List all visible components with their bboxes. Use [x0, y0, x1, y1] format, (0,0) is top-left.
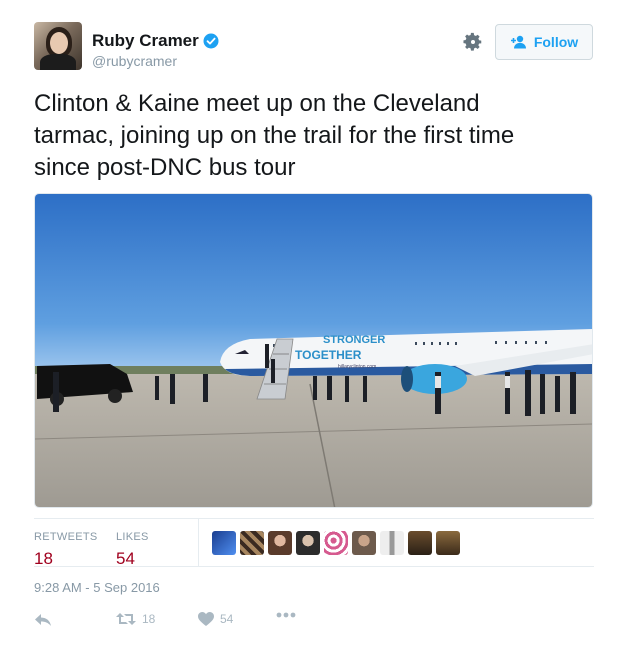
retweet-button[interactable]: 18: [116, 612, 155, 626]
liker-avatar[interactable]: [352, 531, 376, 555]
display-name[interactable]: Ruby Cramer: [92, 31, 219, 51]
tweet-photo[interactable]: STRONGER TOGETHER hillaryclinton.com: [34, 193, 593, 508]
liker-avatar[interactable]: [212, 531, 236, 555]
reply-button[interactable]: [34, 612, 52, 628]
liker-avatar[interactable]: [240, 531, 264, 555]
likes-stat[interactable]: LIKES 54: [116, 527, 149, 569]
like-button[interactable]: 54: [198, 612, 233, 626]
livery-line1: STRONGER: [323, 334, 385, 346]
heart-icon: [198, 612, 214, 626]
tweet-text-line: since post-DNC bus tour: [34, 154, 296, 181]
display-name-text[interactable]: Ruby Cramer: [92, 31, 199, 51]
avatar-body: [40, 54, 76, 70]
follow-button[interactable]: Follow: [495, 24, 593, 60]
liker-avatars: [212, 531, 460, 555]
follow-user-icon: [510, 35, 526, 49]
stats-separator: [198, 518, 199, 566]
verified-badge-icon: [203, 33, 219, 49]
avatar-face: [50, 32, 68, 54]
divider: [34, 566, 594, 567]
tweet-text-line: Clinton & Kaine meet up on the Cleveland: [34, 90, 480, 117]
liker-avatar[interactable]: [408, 531, 432, 555]
liker-avatar[interactable]: [268, 531, 292, 555]
more-button[interactable]: [276, 612, 296, 618]
liker-avatar[interactable]: [380, 531, 404, 555]
gear-icon[interactable]: [462, 31, 484, 53]
tweet-timestamp[interactable]: 9:28 AM - 5 Sep 2016: [34, 580, 160, 595]
livery-line2: TOGETHER: [295, 348, 362, 362]
divider: [34, 518, 594, 519]
tweet-text-line: tarmac, joining up on the trail for the …: [34, 122, 515, 149]
reply-icon: [35, 614, 51, 626]
retweet-count: 18: [142, 612, 156, 626]
retweet-icon: [116, 613, 136, 625]
liker-avatar[interactable]: [436, 531, 460, 555]
follow-button-label: Follow: [533, 34, 579, 50]
like-count: 54: [220, 612, 234, 626]
user-handle[interactable]: @rubycramer: [92, 53, 177, 69]
retweets-label: RETWEETS: [34, 531, 98, 543]
tweet-text: Clinton & Kaine meet up on the Cleveland…: [34, 88, 594, 184]
retweets-stat[interactable]: RETWEETS 18: [34, 527, 98, 569]
liker-avatar[interactable]: [296, 531, 320, 555]
livery-url: hillaryclinton.com: [338, 364, 376, 370]
liker-avatar[interactable]: [324, 531, 348, 555]
more-icon: [276, 612, 296, 618]
likes-label: LIKES: [116, 531, 149, 543]
tarmac-photo-illustration: STRONGER TOGETHER hillaryclinton.com: [35, 194, 592, 507]
avatar[interactable]: [34, 22, 82, 70]
